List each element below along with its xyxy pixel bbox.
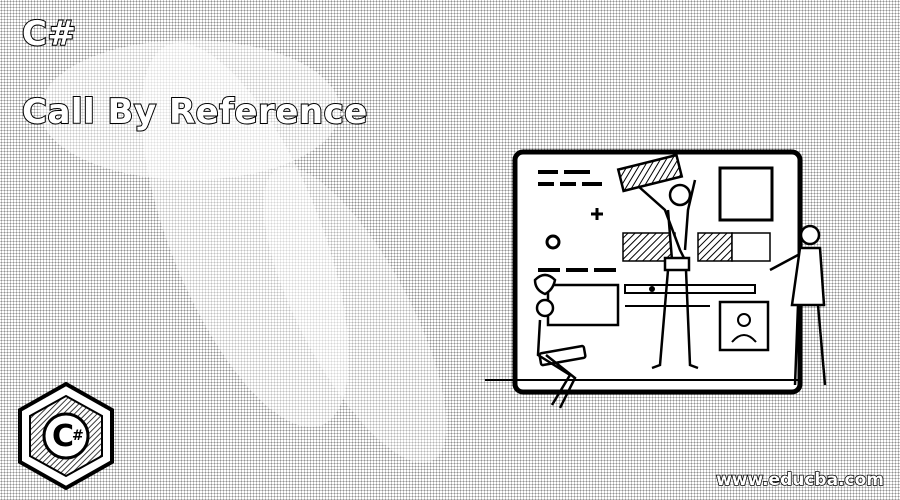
progress-dot bbox=[649, 286, 655, 292]
team-building-webpage-illustration bbox=[485, 149, 827, 409]
csharp-logo-icon: C # bbox=[18, 381, 114, 491]
image-placeholder bbox=[718, 166, 774, 222]
input-bar bbox=[731, 232, 771, 262]
logo-symbol: # bbox=[72, 428, 84, 444]
website-url: www.educba.com bbox=[715, 469, 884, 491]
logo-letter: C bbox=[52, 419, 74, 454]
content-card bbox=[546, 283, 620, 327]
title-line-1: C# bbox=[21, 13, 77, 55]
striped-bar bbox=[697, 232, 733, 262]
title-line-2: Call By Reference bbox=[21, 91, 368, 133]
progress-line bbox=[624, 284, 756, 294]
